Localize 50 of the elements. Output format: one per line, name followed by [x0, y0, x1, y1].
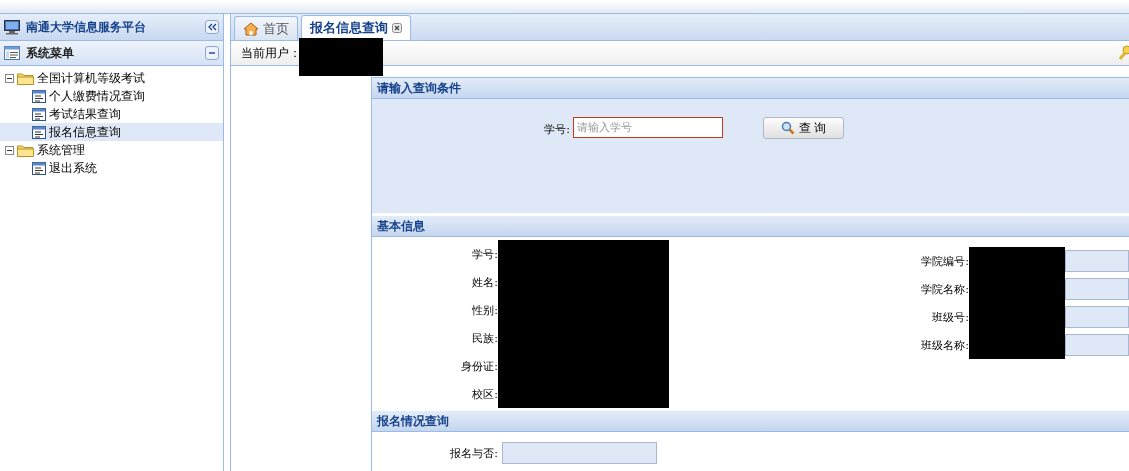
student-id-field[interactable]: 请输入学号 [573, 117, 723, 138]
search-button[interactable]: 查 询 [763, 117, 844, 139]
app-title: 南通大学信息服务平台 [26, 18, 147, 36]
field-label: 学院编号: [920, 253, 969, 270]
section-header: 请输入查询条件 [372, 78, 1129, 99]
list-icon [32, 125, 46, 139]
field-label: 班级号: [931, 309, 969, 326]
collapse-toggle-icon[interactable] [5, 145, 14, 155]
section-header: 基本信息 [372, 216, 1129, 237]
menu-list-icon [4, 46, 20, 60]
key-icon[interactable] [1119, 45, 1129, 61]
field-label: 校区: [471, 386, 498, 403]
monitor-icon [4, 19, 20, 35]
field-label: 性别: [471, 302, 498, 319]
list-icon [32, 107, 46, 121]
value-field [1065, 334, 1129, 356]
tree-item[interactable]: 报名信息查询 [0, 123, 223, 141]
collapse-toggle-icon[interactable] [5, 73, 14, 83]
field-label: 民族: [471, 330, 498, 347]
tree-item[interactable]: 考试结果查询 [0, 105, 223, 123]
field-label: 学号: [471, 246, 498, 263]
tree-item[interactable]: 个人缴费情况查询 [0, 87, 223, 105]
tree-item[interactable]: 退出系统 [0, 159, 223, 177]
home-icon [243, 21, 259, 36]
field-label: 姓名: [471, 274, 498, 291]
tab[interactable]: 首页 [234, 16, 298, 40]
field-label: 班级名称: [920, 337, 969, 354]
search-icon [780, 121, 795, 135]
list-icon [32, 161, 46, 175]
collapse-sidebar-button[interactable] [205, 20, 219, 34]
value-field [1065, 250, 1129, 272]
field-label: 学号: [543, 122, 570, 138]
field-label: 学院名称: [920, 281, 969, 298]
field-label: 身份证: [460, 358, 498, 375]
minus-icon [208, 49, 216, 57]
folder-icon [17, 143, 34, 157]
section-header: 报名情况查询 [372, 411, 1129, 432]
collapse-menu-button[interactable] [205, 46, 219, 60]
field-label: 报名与否: [449, 445, 498, 461]
value-field [1065, 278, 1129, 300]
tree-folder[interactable]: 全国计算机等级考试 [37, 69, 145, 87]
folder-icon [17, 71, 34, 85]
double-chevron-icon [207, 23, 217, 31]
menu-title: 系统菜单 [26, 44, 75, 62]
value-field [1065, 306, 1129, 328]
tab[interactable]: 报名信息查询 [301, 15, 411, 40]
list-icon [32, 89, 46, 103]
current-user-label: 当前用户： [241, 44, 301, 62]
tree-folder[interactable]: 系统管理 [37, 141, 85, 159]
close-icon[interactable] [392, 23, 402, 33]
